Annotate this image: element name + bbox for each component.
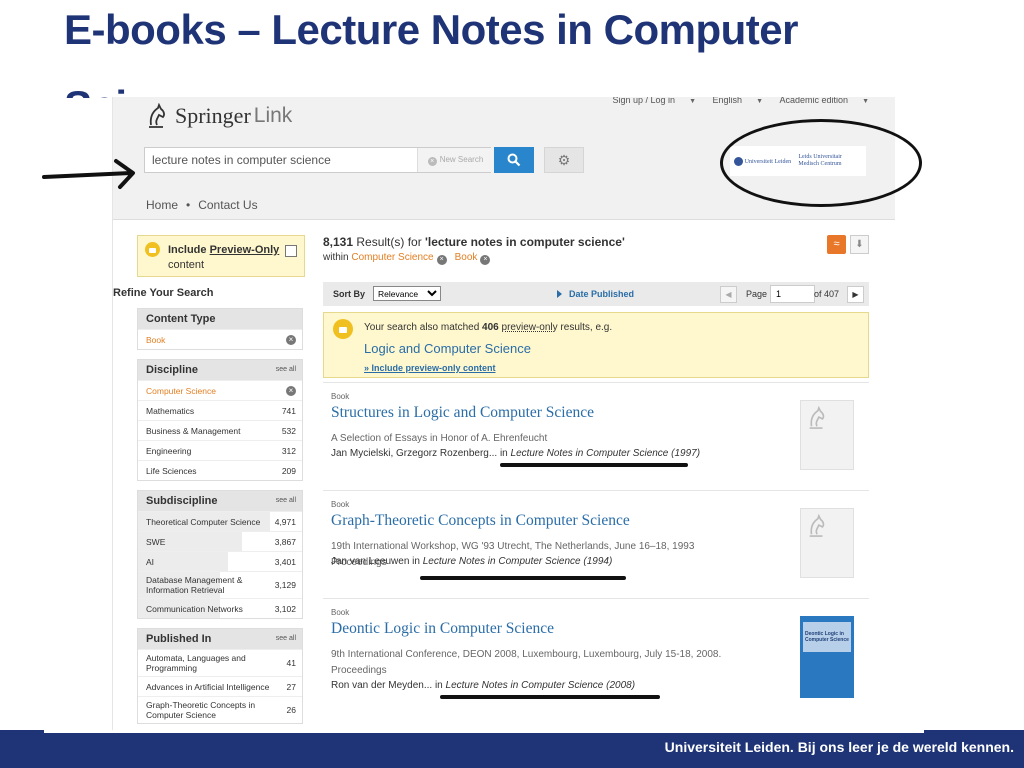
preview-match-notice: Your search also matched 406 preview-onl… bbox=[323, 312, 869, 378]
facet-published-in: Published In see all Automata, Languages … bbox=[137, 628, 303, 724]
edition-select[interactable]: Academic edition ▼ bbox=[780, 97, 869, 105]
slide-footer: Universiteit Leiden. Bij ons leer je de … bbox=[0, 730, 1024, 768]
filter-computer-science[interactable]: Computer Science bbox=[351, 252, 433, 263]
facet-title: Subdiscipline bbox=[146, 495, 218, 507]
new-search-button[interactable]: × New Search bbox=[417, 148, 493, 172]
preview-only-link[interactable]: preview-only bbox=[502, 322, 558, 333]
signup-login-link[interactable]: Sign up / Log in ▼ bbox=[613, 97, 697, 105]
annotation-arrow bbox=[42, 159, 135, 189]
sort-select[interactable]: Relevance bbox=[373, 286, 441, 301]
facet-selected-computer-science[interactable]: Computer Science × bbox=[138, 380, 302, 400]
facet-selected-book[interactable]: Book × bbox=[138, 329, 302, 349]
sort-bar: Sort By Relevance Date Published ◀ Page … bbox=[323, 282, 869, 306]
result-item: Book Structures in Logic and Computer Sc… bbox=[323, 382, 869, 491]
result-item: Book Deontic Logic in Computer Science 9… bbox=[323, 598, 869, 724]
utility-links: Sign up / Log in ▼ English ▼ Academic edit… bbox=[599, 97, 869, 105]
annotation-underline bbox=[440, 695, 660, 699]
series-link[interactable]: Lecture Notes in Computer Science (1997) bbox=[511, 448, 701, 459]
facet-item[interactable]: Engineering 312 bbox=[138, 440, 302, 460]
result-count: 8,131 Result(s) for 'lecture notes in co… bbox=[323, 235, 625, 249]
facet-item[interactable]: Graph-Theoretic Concepts in Computer Sci… bbox=[138, 696, 302, 723]
series-link[interactable]: Lecture Notes in Computer Science (1994) bbox=[423, 556, 613, 567]
search-icon bbox=[507, 153, 521, 167]
result-item: Book Graph-Theoretic Concepts in Compute… bbox=[323, 490, 869, 599]
series-link[interactable]: Lecture Notes in Computer Science (2008) bbox=[446, 680, 636, 691]
facet-item[interactable]: AI 3,401 bbox=[138, 551, 302, 571]
springer-horse-icon bbox=[149, 103, 165, 128]
book-cover-placeholder[interactable] bbox=[800, 400, 854, 470]
result-title-link[interactable]: Deontic Logic in Computer Science bbox=[331, 620, 554, 638]
caret-down-icon: ▼ bbox=[862, 98, 869, 105]
search-button[interactable] bbox=[494, 147, 534, 173]
clear-icon: × bbox=[427, 157, 437, 166]
nav-contact-us[interactable]: Contact Us bbox=[198, 198, 257, 212]
facet-item[interactable]: Advances in Artificial Intelligence 27 bbox=[138, 676, 302, 696]
gear-icon: ⚙ bbox=[557, 151, 571, 168]
preview-only-checkbox[interactable] bbox=[285, 245, 297, 257]
see-all-link[interactable]: see all bbox=[276, 629, 296, 649]
facet-item[interactable]: Life Sciences 209 bbox=[138, 460, 302, 480]
example-result-link[interactable]: Logic and Computer Science bbox=[364, 341, 531, 356]
book-cover[interactable]: Deontic Logic in Computer Science bbox=[800, 616, 854, 698]
include-preview-link[interactable]: » Include preview-only content bbox=[364, 363, 496, 373]
nav-home[interactable]: Home bbox=[146, 198, 178, 212]
next-page-button[interactable]: ▶ bbox=[847, 286, 864, 303]
facet-item[interactable]: Automata, Languages and Programming 41 bbox=[138, 649, 302, 676]
book-cover-placeholder[interactable] bbox=[800, 508, 854, 578]
facet-item[interactable]: Database Management & Information Retrie… bbox=[138, 571, 302, 598]
search-options-button[interactable]: ⚙ bbox=[544, 147, 584, 173]
facet-title: Content Type bbox=[138, 309, 302, 329]
caret-down-icon: ▼ bbox=[756, 98, 763, 105]
springer-link-logo[interactable]: Springer Link bbox=[145, 103, 292, 129]
remove-filter-icon[interactable]: × bbox=[436, 255, 447, 265]
facet-subdiscipline: Subdiscipline see all Theoretical Compute… bbox=[137, 490, 303, 619]
prev-page-button[interactable]: ◀ bbox=[720, 286, 737, 303]
facet-discipline: Discipline see all Computer Science × Math… bbox=[137, 359, 303, 481]
date-published-toggle[interactable]: Date Published bbox=[557, 289, 634, 299]
see-all-link[interactable]: see all bbox=[276, 491, 296, 511]
facet-item[interactable]: Theoretical Computer Science 4,971 bbox=[138, 511, 302, 531]
remove-filter-icon[interactable]: × bbox=[286, 335, 296, 345]
springer-horse-icon bbox=[809, 406, 825, 429]
sidebar: Include Preview-Only content Refine Your … bbox=[113, 235, 307, 733]
facet-content-type: Content Type Book × bbox=[137, 308, 303, 350]
filter-book[interactable]: Book bbox=[455, 252, 478, 263]
download-icon[interactable]: ⬇ bbox=[850, 235, 869, 254]
facet-title: Discipline bbox=[146, 364, 198, 376]
annotation-underline bbox=[500, 463, 688, 467]
results-panel: 8,131 Result(s) for 'lecture notes in co… bbox=[323, 235, 869, 698]
facet-item[interactable]: Mathematics 741 bbox=[138, 400, 302, 420]
lock-icon bbox=[333, 319, 353, 339]
active-filters: within Computer Science × Book × bbox=[323, 252, 869, 265]
facet-title: Published In bbox=[146, 633, 212, 645]
slide-title: E-books – Lecture Notes in Computer bbox=[64, 6, 798, 53]
result-title-link[interactable]: Structures in Logic and Computer Science bbox=[331, 404, 594, 422]
language-select[interactable]: English ▼ bbox=[713, 97, 763, 105]
page-input[interactable] bbox=[770, 285, 815, 303]
remove-filter-icon[interactable]: × bbox=[286, 386, 296, 396]
annotation-circle bbox=[720, 119, 922, 207]
facet-item[interactable]: Business & Management 532 bbox=[138, 420, 302, 440]
footer-tagline: Universiteit Leiden. Bij ons leer je de … bbox=[664, 739, 1014, 755]
remove-filter-icon[interactable]: × bbox=[480, 255, 491, 265]
refine-heading: Refine Your Search bbox=[113, 287, 214, 299]
facet-item[interactable]: Communication Networks 3,102 bbox=[138, 598, 302, 618]
springer-horse-icon bbox=[809, 514, 825, 537]
facet-item[interactable]: SWE 3,867 bbox=[138, 531, 302, 551]
see-all-link[interactable]: see all bbox=[276, 360, 296, 380]
annotation-underline bbox=[420, 576, 626, 580]
result-title-link[interactable]: Graph-Theoretic Concepts in Computer Sci… bbox=[331, 512, 630, 530]
preview-only-toggle[interactable]: Include Preview-Only content bbox=[137, 235, 305, 277]
caret-down-icon: ▼ bbox=[689, 98, 697, 105]
slide-title-overflow: Sci bbox=[64, 80, 144, 98]
lock-icon bbox=[145, 242, 160, 257]
rss-icon[interactable]: ≈ bbox=[827, 235, 846, 254]
